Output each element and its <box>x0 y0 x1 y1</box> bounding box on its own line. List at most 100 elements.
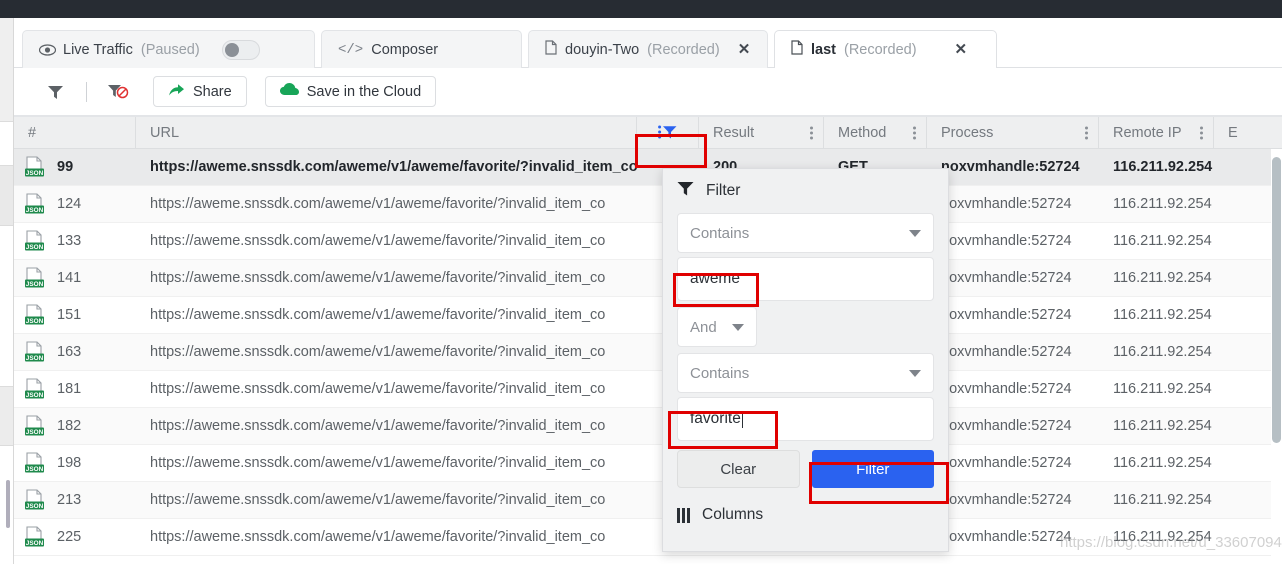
table-row[interactable]: JSON 151 https://aweme.snssdk.com/aweme/v1… <box>14 297 1282 334</box>
table-row[interactable]: JSON 163 https://aweme.snssdk.com/aweme/v1… <box>14 334 1282 371</box>
json-file-icon: JSON <box>24 452 48 474</box>
cell-number: JSON 99 <box>14 156 136 178</box>
column-header-method-label: Method <box>838 124 887 141</box>
table-row[interactable]: JSON 182 https://aweme.snssdk.com/aweme/v1… <box>14 408 1282 445</box>
tab-douyin-two-state: (Recorded) <box>647 41 720 58</box>
json-file-icon: JSON <box>24 415 48 437</box>
column-header-number[interactable]: # <box>14 117 136 148</box>
row-url: https://aweme.snssdk.com/aweme/v1/aweme/… <box>150 529 606 545</box>
column-header-method[interactable]: Method <box>824 117 927 148</box>
cell-remote-ip: 116.211.92.254 <box>1099 529 1214 545</box>
table-vertical-scrollbar[interactable] <box>1271 149 1282 564</box>
cell-remote-ip: 116.211.92.254 <box>1099 381 1214 397</box>
cell-number: JSON 124 <box>14 193 136 215</box>
tab-douyin-two-close-icon[interactable]: ✕ <box>738 42 751 57</box>
filter-condition-2-select[interactable]: Contains <box>677 353 934 393</box>
tab-composer[interactable]: </> Composer <box>321 30 522 68</box>
table-row[interactable]: JSON 99 https://aweme.snssdk.com/aweme/v1/… <box>14 149 1282 186</box>
row-number: 133 <box>57 233 82 249</box>
svg-text:JSON: JSON <box>26 170 44 177</box>
cell-process: noxvmhandle:52724 <box>927 381 1099 397</box>
funnel-icon <box>677 181 694 201</box>
column-menu-result-icon[interactable] <box>810 124 813 141</box>
table-row[interactable]: JSON 141 https://aweme.snssdk.com/aweme/v1… <box>14 260 1282 297</box>
filter-value-1-input[interactable]: aweme <box>677 257 934 301</box>
funnel-icon[interactable] <box>38 77 72 107</box>
save-in-cloud-button[interactable]: Save in the Cloud <box>264 76 437 107</box>
filter-active-icon[interactable] <box>645 119 691 146</box>
row-remote-ip: 116.211.92.254 <box>1113 233 1212 249</box>
left-panel-segment <box>0 166 13 226</box>
tab-last[interactable]: last (Recorded) ✕ <box>774 30 997 68</box>
column-header-remote-ip[interactable]: Remote IP <box>1099 117 1214 148</box>
cell-number: JSON 181 <box>14 378 136 400</box>
column-header-filter[interactable] <box>637 117 699 148</box>
tab-last-state: (Recorded) <box>844 41 917 58</box>
row-number: 124 <box>57 196 82 212</box>
column-header-result-label: Result <box>713 124 755 141</box>
columns-menu-label: Columns <box>702 506 764 523</box>
row-remote-ip: 116.211.92.254 <box>1113 381 1212 397</box>
table-row[interactable]: JSON 213 https://aweme.snssdk.com/aweme/v1… <box>14 482 1282 519</box>
column-menu-method-icon[interactable] <box>913 124 916 141</box>
table-header-row: # URL Result Method Process Remote IP E <box>14 116 1282 149</box>
tab-douyin-two[interactable]: douyin-Two (Recorded) ✕ <box>528 30 768 68</box>
cell-process: noxvmhandle:52724 <box>927 196 1099 212</box>
columns-menu-item[interactable]: Columns <box>663 492 948 538</box>
tab-last-close-icon[interactable]: ✕ <box>955 42 968 57</box>
svg-text:JSON: JSON <box>26 503 44 510</box>
column-header-extra[interactable]: E <box>1214 117 1266 148</box>
filter-condition-1-select[interactable]: Contains <box>677 213 934 253</box>
json-file-icon: JSON <box>24 193 48 215</box>
table-row[interactable]: JSON 225 https://aweme.snssdk.com/aweme/v1… <box>14 519 1282 556</box>
table-row[interactable]: JSON 124 https://aweme.snssdk.com/aweme/v1… <box>14 186 1282 223</box>
left-panel-segment <box>0 386 13 446</box>
filter-value-2-text: favorite <box>690 410 741 427</box>
row-number: 198 <box>57 455 82 471</box>
share-button[interactable]: Share <box>153 76 247 107</box>
row-url: https://aweme.snssdk.com/aweme/v1/aweme/… <box>150 196 606 212</box>
cloud-icon <box>279 83 299 100</box>
tab-live-traffic[interactable]: Live Traffic (Paused) <box>22 30 315 68</box>
row-remote-ip: 116.211.92.254 <box>1113 418 1212 434</box>
left-side-panel <box>0 18 14 564</box>
table-row[interactable]: JSON 198 https://aweme.snssdk.com/aweme/v1… <box>14 445 1282 482</box>
table-row[interactable]: JSON 181 https://aweme.snssdk.com/aweme/v1… <box>14 371 1282 408</box>
column-header-result[interactable]: Result <box>699 117 824 148</box>
apply-filter-button[interactable]: Filter <box>811 450 934 488</box>
json-file-icon: JSON <box>24 489 48 511</box>
column-header-url[interactable]: URL <box>136 117 637 148</box>
table-scrollbar-thumb[interactable] <box>1272 157 1281 443</box>
row-url: https://aweme.snssdk.com/aweme/v1/aweme/… <box>150 381 606 397</box>
tab-bar: Live Traffic (Paused) </> Composer douyi… <box>14 18 1282 68</box>
app-container: Live Traffic (Paused) </> Composer douyi… <box>14 18 1282 564</box>
cell-process: noxvmhandle:52724 <box>927 455 1099 471</box>
funnel-disabled-icon[interactable] <box>101 77 135 107</box>
table-row[interactable]: JSON 133 https://aweme.snssdk.com/aweme/v1… <box>14 223 1282 260</box>
left-panel-scrollbar-thumb[interactable] <box>6 480 10 528</box>
row-url: https://aweme.snssdk.com/aweme/v1/aweme/… <box>150 270 606 286</box>
row-number: 141 <box>57 270 82 286</box>
filter-value-2-input[interactable]: favorite <box>677 397 934 441</box>
cell-url: https://aweme.snssdk.com/aweme/v1/aweme/… <box>136 455 699 471</box>
filter-condition-1-value: Contains <box>690 224 750 242</box>
clear-filter-button[interactable]: Clear <box>677 450 800 488</box>
row-process: noxvmhandle:52724 <box>941 344 1072 360</box>
cell-number: JSON 133 <box>14 230 136 252</box>
filter-operator-select[interactable]: And <box>677 307 757 347</box>
row-process: noxvmhandle:52724 <box>941 196 1072 212</box>
column-header-process[interactable]: Process <box>927 117 1099 148</box>
row-remote-ip: 116.211.92.254 <box>1113 196 1212 212</box>
cell-remote-ip: 116.211.92.254 <box>1099 344 1214 360</box>
column-menu-process-icon[interactable] <box>1085 124 1088 141</box>
cell-url: https://aweme.snssdk.com/aweme/v1/aweme/… <box>136 307 699 323</box>
cell-url: https://aweme.snssdk.com/aweme/v1/aweme/… <box>136 270 699 286</box>
save-in-cloud-button-label: Save in the Cloud <box>306 83 422 100</box>
column-menu-remote-ip-icon[interactable] <box>1200 124 1203 141</box>
row-number: 99 <box>57 159 74 175</box>
cell-url: https://aweme.snssdk.com/aweme/v1/aweme/… <box>136 492 699 508</box>
filter-popup-title: Filter <box>706 182 741 199</box>
row-remote-ip: 116.211.92.254 <box>1113 344 1212 360</box>
live-traffic-toggle[interactable] <box>221 39 260 60</box>
svg-text:JSON: JSON <box>26 355 44 362</box>
